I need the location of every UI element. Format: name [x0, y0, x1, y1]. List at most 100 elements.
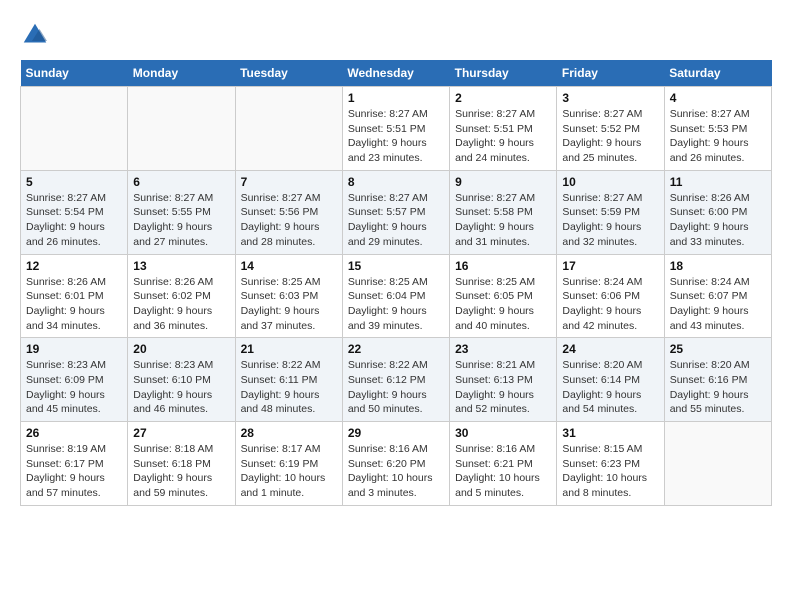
calendar-cell: 16 Sunrise: 8:25 AM Sunset: 6:05 PM Dayli… — [450, 254, 557, 338]
calendar-cell: 3 Sunrise: 8:27 AM Sunset: 5:52 PM Daylig… — [557, 87, 664, 171]
day-number: 31 — [562, 426, 658, 440]
day-number: 13 — [133, 259, 229, 273]
calendar-week-4: 19 Sunrise: 8:23 AM Sunset: 6:09 PM Dayli… — [21, 338, 772, 422]
calendar-header-friday: Friday — [557, 60, 664, 87]
day-info: Sunrise: 8:27 AM Sunset: 5:54 PM Dayligh… — [26, 191, 122, 250]
day-number: 22 — [348, 342, 444, 356]
day-info: Sunrise: 8:20 AM Sunset: 6:14 PM Dayligh… — [562, 358, 658, 417]
calendar-cell: 28 Sunrise: 8:17 AM Sunset: 6:19 PM Dayli… — [235, 422, 342, 506]
day-info: Sunrise: 8:24 AM Sunset: 6:06 PM Dayligh… — [562, 275, 658, 334]
day-info: Sunrise: 8:27 AM Sunset: 5:53 PM Dayligh… — [670, 107, 766, 166]
day-number: 5 — [26, 175, 122, 189]
calendar-cell: 2Sunrise: 8:27 AM Sunset: 5:51 PM Daylig… — [450, 87, 557, 171]
day-number: 6 — [133, 175, 229, 189]
day-info: Sunrise: 8:27 AM Sunset: 5:56 PM Dayligh… — [241, 191, 337, 250]
day-info: Sunrise: 8:27 AM Sunset: 5:57 PM Dayligh… — [348, 191, 444, 250]
day-info: Sunrise: 8:23 AM Sunset: 6:09 PM Dayligh… — [26, 358, 122, 417]
day-number: 29 — [348, 426, 444, 440]
day-number: 14 — [241, 259, 337, 273]
day-info: Sunrise: 8:17 AM Sunset: 6:19 PM Dayligh… — [241, 442, 337, 501]
day-number: 23 — [455, 342, 551, 356]
logo-icon — [20, 20, 50, 50]
calendar-cell: 25Sunrise: 8:20 AM Sunset: 6:16 PM Dayli… — [664, 338, 771, 422]
day-info: Sunrise: 8:27 AM Sunset: 5:59 PM Dayligh… — [562, 191, 658, 250]
calendar-cell: 6 Sunrise: 8:27 AM Sunset: 5:55 PM Daylig… — [128, 170, 235, 254]
day-info: Sunrise: 8:15 AM Sunset: 6:23 PM Dayligh… — [562, 442, 658, 501]
calendar-cell — [128, 87, 235, 171]
calendar-header-wednesday: Wednesday — [342, 60, 449, 87]
day-info: Sunrise: 8:22 AM Sunset: 6:12 PM Dayligh… — [348, 358, 444, 417]
calendar-cell: 12 Sunrise: 8:26 AM Sunset: 6:01 PM Dayli… — [21, 254, 128, 338]
calendar-header-saturday: Saturday — [664, 60, 771, 87]
day-info: Sunrise: 8:26 AM Sunset: 6:01 PM Dayligh… — [26, 275, 122, 334]
day-number: 21 — [241, 342, 337, 356]
calendar-cell: 31 Sunrise: 8:15 AM Sunset: 6:23 PM Dayli… — [557, 422, 664, 506]
page-header — [20, 20, 772, 50]
calendar-cell: 9 Sunrise: 8:27 AM Sunset: 5:58 PM Daylig… — [450, 170, 557, 254]
day-number: 10 — [562, 175, 658, 189]
calendar-cell — [21, 87, 128, 171]
day-info: Sunrise: 8:26 AM Sunset: 6:02 PM Dayligh… — [133, 275, 229, 334]
day-info: Sunrise: 8:16 AM Sunset: 6:21 PM Dayligh… — [455, 442, 551, 501]
day-number: 12 — [26, 259, 122, 273]
day-number: 1 — [348, 91, 444, 105]
day-info: Sunrise: 8:18 AM Sunset: 6:18 PM Dayligh… — [133, 442, 229, 501]
day-number: 24 — [562, 342, 658, 356]
day-number: 11 — [670, 175, 766, 189]
day-number: 26 — [26, 426, 122, 440]
day-info: Sunrise: 8:27 AM Sunset: 5:55 PM Dayligh… — [133, 191, 229, 250]
calendar-cell: 11 Sunrise: 8:26 AM Sunset: 6:00 PM Dayli… — [664, 170, 771, 254]
day-number: 28 — [241, 426, 337, 440]
calendar-header-tuesday: Tuesday — [235, 60, 342, 87]
day-info: Sunrise: 8:24 AM Sunset: 6:07 PM Dayligh… — [670, 275, 766, 334]
day-info: Sunrise: 8:27 AM Sunset: 5:58 PM Dayligh… — [455, 191, 551, 250]
day-number: 18 — [670, 259, 766, 273]
calendar-cell: 26Sunrise: 8:19 AM Sunset: 6:17 PM Dayli… — [21, 422, 128, 506]
day-number: 3 — [562, 91, 658, 105]
day-number: 4 — [670, 91, 766, 105]
day-info: Sunrise: 8:23 AM Sunset: 6:10 PM Dayligh… — [133, 358, 229, 417]
day-number: 9 — [455, 175, 551, 189]
day-number: 19 — [26, 342, 122, 356]
day-number: 15 — [348, 259, 444, 273]
day-number: 20 — [133, 342, 229, 356]
calendar-cell — [235, 87, 342, 171]
day-number: 17 — [562, 259, 658, 273]
calendar-cell: 29 Sunrise: 8:16 AM Sunset: 6:20 PM Dayli… — [342, 422, 449, 506]
calendar-week-1: 1 Sunrise: 8:27 AM Sunset: 5:51 PM Daylig… — [21, 87, 772, 171]
calendar-cell: 18 Sunrise: 8:24 AM Sunset: 6:07 PM Dayli… — [664, 254, 771, 338]
calendar-cell: 20 Sunrise: 8:23 AM Sunset: 6:10 PM Dayli… — [128, 338, 235, 422]
calendar-cell: 5 Sunrise: 8:27 AM Sunset: 5:54 PM Daylig… — [21, 170, 128, 254]
day-number: 2 — [455, 91, 551, 105]
day-info: Sunrise: 8:27 AM Sunset: 5:51 PM Dayligh… — [348, 107, 444, 166]
calendar-week-3: 12 Sunrise: 8:26 AM Sunset: 6:01 PM Dayli… — [21, 254, 772, 338]
calendar-week-5: 26Sunrise: 8:19 AM Sunset: 6:17 PM Dayli… — [21, 422, 772, 506]
calendar-cell: 1 Sunrise: 8:27 AM Sunset: 5:51 PM Daylig… — [342, 87, 449, 171]
calendar-cell: 23Sunrise: 8:21 AM Sunset: 6:13 PM Dayli… — [450, 338, 557, 422]
calendar-header-monday: Monday — [128, 60, 235, 87]
day-info: Sunrise: 8:22 AM Sunset: 6:11 PM Dayligh… — [241, 358, 337, 417]
calendar-header-sunday: Sunday — [21, 60, 128, 87]
day-number: 25 — [670, 342, 766, 356]
day-number: 30 — [455, 426, 551, 440]
calendar-cell: 21 Sunrise: 8:22 AM Sunset: 6:11 PM Dayli… — [235, 338, 342, 422]
calendar-table: SundayMondayTuesdayWednesdayThursdayFrid… — [20, 60, 772, 506]
calendar-cell: 10 Sunrise: 8:27 AM Sunset: 5:59 PM Dayli… — [557, 170, 664, 254]
calendar-cell: 27 Sunrise: 8:18 AM Sunset: 6:18 PM Dayli… — [128, 422, 235, 506]
day-number: 7 — [241, 175, 337, 189]
day-number: 16 — [455, 259, 551, 273]
day-number: 8 — [348, 175, 444, 189]
day-number: 27 — [133, 426, 229, 440]
calendar-cell: 14Sunrise: 8:25 AM Sunset: 6:03 PM Dayli… — [235, 254, 342, 338]
day-info: Sunrise: 8:25 AM Sunset: 6:05 PM Dayligh… — [455, 275, 551, 334]
calendar-header-thursday: Thursday — [450, 60, 557, 87]
calendar-header-row: SundayMondayTuesdayWednesdayThursdayFrid… — [21, 60, 772, 87]
day-info: Sunrise: 8:27 AM Sunset: 5:52 PM Dayligh… — [562, 107, 658, 166]
calendar-week-2: 5 Sunrise: 8:27 AM Sunset: 5:54 PM Daylig… — [21, 170, 772, 254]
calendar-cell: 8 Sunrise: 8:27 AM Sunset: 5:57 PM Daylig… — [342, 170, 449, 254]
calendar-cell: 13 Sunrise: 8:26 AM Sunset: 6:02 PM Dayli… — [128, 254, 235, 338]
day-info: Sunrise: 8:16 AM Sunset: 6:20 PM Dayligh… — [348, 442, 444, 501]
day-info: Sunrise: 8:26 AM Sunset: 6:00 PM Dayligh… — [670, 191, 766, 250]
calendar-cell: 4 Sunrise: 8:27 AM Sunset: 5:53 PM Daylig… — [664, 87, 771, 171]
calendar-cell: 19 Sunrise: 8:23 AM Sunset: 6:09 PM Dayli… — [21, 338, 128, 422]
